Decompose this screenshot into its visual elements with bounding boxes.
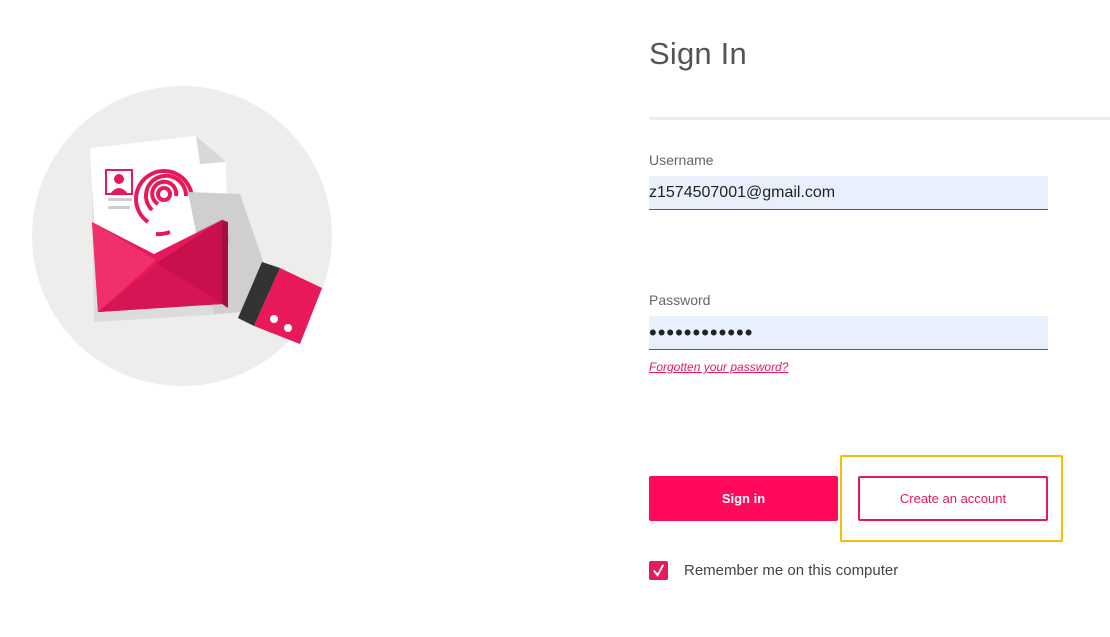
password-label: Password — [649, 292, 711, 308]
title-divider — [649, 117, 1110, 120]
forgot-password-link[interactable]: Forgotten your password? — [649, 360, 788, 374]
sign-in-panel: Sign In Username Password •••••••••••• F… — [649, 0, 1110, 637]
remember-me-label: Remember me on this computer — [684, 562, 899, 579]
remember-me-row: Remember me on this computer — [649, 561, 898, 580]
page-title: Sign In — [649, 36, 747, 71]
remember-me-checkbox[interactable] — [649, 561, 668, 580]
sign-in-page: Sign In Username Password •••••••••••• F… — [0, 0, 1110, 637]
password-input[interactable]: •••••••••••• — [649, 316, 1048, 350]
create-account-button[interactable]: Create an account — [858, 476, 1048, 521]
username-label: Username — [649, 152, 714, 168]
sign-in-button[interactable]: Sign in — [649, 476, 838, 521]
username-input[interactable] — [649, 176, 1048, 210]
fingerprint-envelope-illustration — [32, 86, 332, 386]
checkmark-icon — [653, 564, 665, 577]
